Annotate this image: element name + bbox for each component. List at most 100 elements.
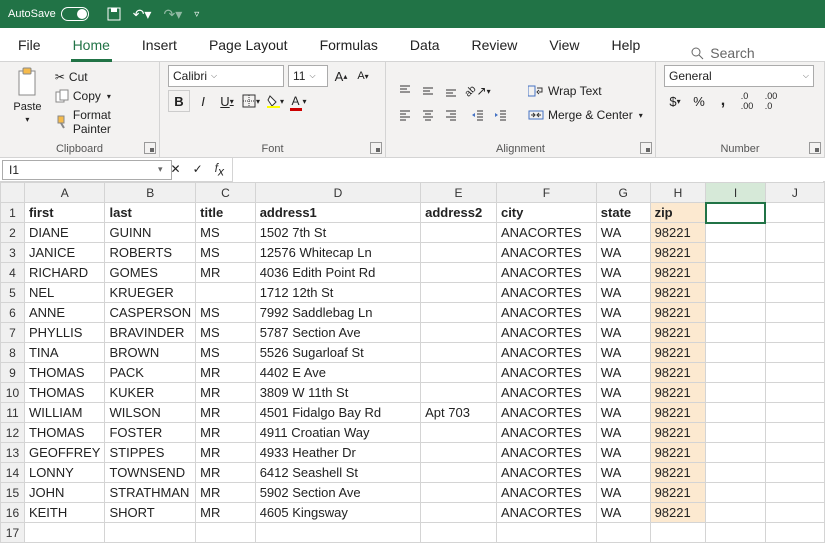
tab-page-layout[interactable]: Page Layout — [207, 31, 290, 61]
cell[interactable]: LONNY — [24, 463, 105, 483]
cell[interactable]: 98221 — [650, 483, 706, 503]
cell[interactable]: 98221 — [650, 503, 706, 523]
cell[interactable]: TOWNSEND — [105, 463, 196, 483]
worksheet-grid[interactable]: ABCDEFGHIJ1firstlasttitleaddress1address… — [0, 182, 825, 552]
accounting-format-button[interactable]: $▾ — [664, 90, 686, 112]
cell[interactable]: ANACORTES — [496, 443, 596, 463]
cell[interactable]: 4911 Croatian Way — [255, 423, 420, 443]
cell[interactable]: 98221 — [650, 343, 706, 363]
cell[interactable]: THOMAS — [24, 423, 105, 443]
cell[interactable]: 4036 Edith Point Rd — [255, 263, 420, 283]
cell[interactable]: WA — [596, 363, 650, 383]
cell[interactable]: 98221 — [650, 383, 706, 403]
cell[interactable] — [765, 483, 824, 503]
save-icon[interactable] — [107, 7, 121, 21]
enter-formula-icon[interactable]: ✓ — [193, 162, 203, 176]
cell[interactable]: ANACORTES — [496, 463, 596, 483]
tab-home[interactable]: Home — [71, 31, 112, 61]
align-bottom-button[interactable] — [440, 80, 462, 102]
comma-format-button[interactable]: , — [712, 90, 734, 112]
cell[interactable]: KRUEGER — [105, 283, 196, 303]
cell[interactable] — [706, 323, 765, 343]
name-box[interactable] — [2, 160, 172, 180]
cell[interactable] — [765, 443, 824, 463]
cell[interactable]: ANACORTES — [496, 403, 596, 423]
fill-color-button[interactable]: ▾ — [264, 90, 286, 112]
cell[interactable]: ANACORTES — [496, 323, 596, 343]
cell[interactable]: WA — [596, 463, 650, 483]
paste-button[interactable]: Paste ▾ — [8, 65, 47, 141]
cell[interactable] — [421, 443, 497, 463]
redo-icon[interactable]: ↷▾ — [163, 6, 182, 23]
cell[interactable]: MR — [196, 443, 256, 463]
cell[interactable]: 3809 W 11th St — [255, 383, 420, 403]
col-header-A[interactable]: A — [24, 183, 105, 203]
tab-formulas[interactable]: Formulas — [318, 31, 380, 61]
cell[interactable] — [421, 223, 497, 243]
cell[interactable]: GEOFFREY — [24, 443, 105, 463]
font-dialog-launcher[interactable] — [370, 142, 382, 154]
row-header-14[interactable]: 14 — [1, 463, 25, 483]
cell[interactable]: 98221 — [650, 363, 706, 383]
cell[interactable]: 98221 — [650, 303, 706, 323]
tab-data[interactable]: Data — [408, 31, 442, 61]
tab-view[interactable]: View — [547, 31, 581, 61]
bold-button[interactable]: B — [168, 90, 190, 112]
cell[interactable] — [706, 343, 765, 363]
cell[interactable]: NEL — [24, 283, 105, 303]
cell[interactable]: 4605 Kingsway — [255, 503, 420, 523]
cell[interactable]: RICHARD — [24, 263, 105, 283]
cell[interactable] — [706, 503, 765, 523]
cell[interactable]: 98221 — [650, 263, 706, 283]
cell[interactable]: 5787 Section Ave — [255, 323, 420, 343]
cell[interactable] — [706, 443, 765, 463]
cell[interactable] — [706, 363, 765, 383]
increase-decimal-button[interactable]: .0.00 — [736, 90, 758, 112]
cell[interactable] — [421, 283, 497, 303]
select-all-corner[interactable] — [1, 183, 25, 203]
cell[interactable] — [421, 503, 497, 523]
cell[interactable] — [765, 243, 824, 263]
cell[interactable] — [706, 463, 765, 483]
tab-file[interactable]: File — [16, 31, 43, 61]
row-header-16[interactable]: 16 — [1, 503, 25, 523]
cell[interactable]: MS — [196, 323, 256, 343]
col-header-G[interactable]: G — [596, 183, 650, 203]
header-cell[interactable]: address2 — [421, 203, 497, 223]
row-header-5[interactable]: 5 — [1, 283, 25, 303]
header-cell[interactable]: first — [24, 203, 105, 223]
autosave-toggle[interactable]: AutoSave — [8, 7, 89, 21]
cell[interactable]: Apt 703 — [421, 403, 497, 423]
cell[interactable] — [706, 383, 765, 403]
col-header-B[interactable]: B — [105, 183, 196, 203]
cell[interactable]: 6412 Seashell St — [255, 463, 420, 483]
align-left-button[interactable] — [394, 104, 416, 126]
header-cell[interactable]: address1 — [255, 203, 420, 223]
merge-center-button[interactable]: Merge & Center▾ — [524, 106, 647, 124]
increase-indent-button[interactable] — [490, 104, 512, 126]
tab-review[interactable]: Review — [470, 31, 520, 61]
cell[interactable]: 98221 — [650, 403, 706, 423]
cell[interactable]: 98221 — [650, 223, 706, 243]
cell[interactable]: ANACORTES — [496, 303, 596, 323]
cell[interactable]: 12576 Whitecap Ln — [255, 243, 420, 263]
cell[interactable]: WA — [596, 483, 650, 503]
clipboard-dialog-launcher[interactable] — [144, 142, 156, 154]
cell[interactable] — [421, 463, 497, 483]
cell[interactable]: 98221 — [650, 243, 706, 263]
cell[interactable]: ANACORTES — [496, 263, 596, 283]
cell[interactable]: ANACORTES — [496, 423, 596, 443]
cell[interactable]: TINA — [24, 343, 105, 363]
cell[interactable]: STRATHMAN — [105, 483, 196, 503]
header-cell[interactable]: title — [196, 203, 256, 223]
cell[interactable] — [706, 243, 765, 263]
cell[interactable]: WA — [596, 403, 650, 423]
header-cell[interactable]: city — [496, 203, 596, 223]
cell[interactable]: GOMES — [105, 263, 196, 283]
cell[interactable] — [765, 503, 824, 523]
cell[interactable]: 4933 Heather Dr — [255, 443, 420, 463]
col-header-E[interactable]: E — [421, 183, 497, 203]
cell[interactable]: STIPPES — [105, 443, 196, 463]
cell[interactable]: MR — [196, 503, 256, 523]
cell[interactable]: WILLIAM — [24, 403, 105, 423]
